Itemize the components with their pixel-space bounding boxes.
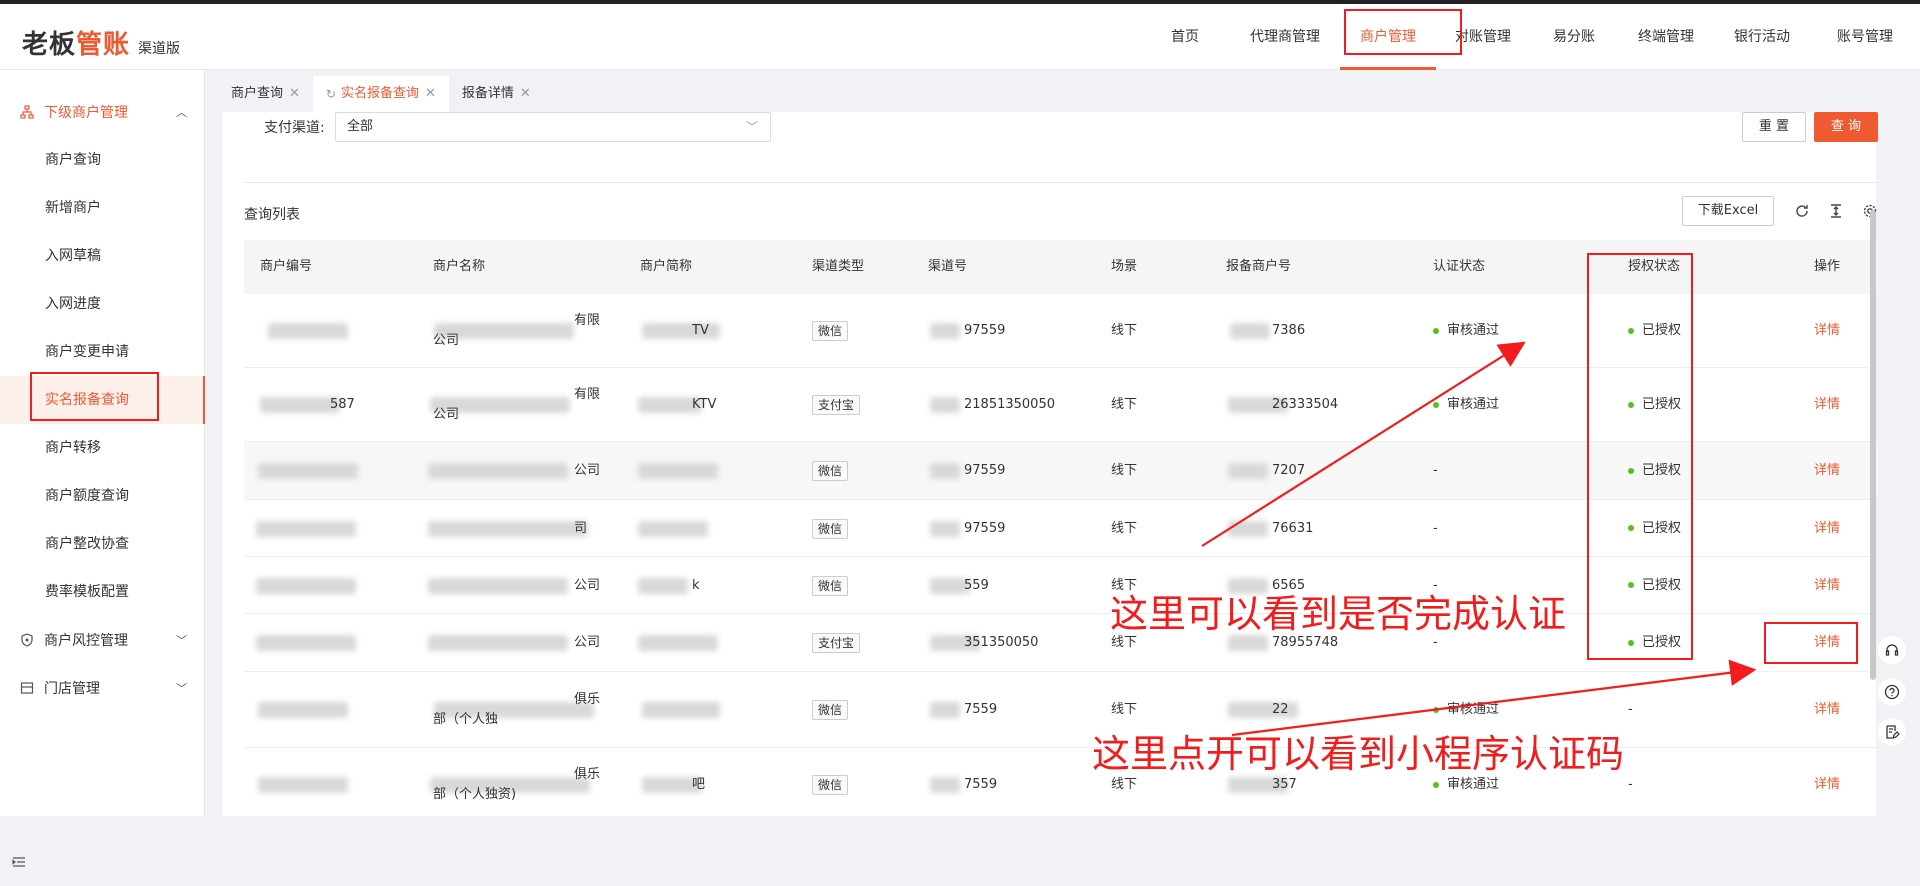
- collapse-sidebar-button[interactable]: [0, 836, 205, 886]
- menu-fold-icon: [12, 857, 25, 867]
- annotation-text-auth: 这里可以看到是否完成认证: [1110, 592, 1567, 636]
- arrow-to-auth-status: [1201, 341, 1526, 547]
- annotation-arrows: [1201, 341, 1757, 737]
- annotation-text-detail: 这里点开可以看到小程序认证码: [1092, 732, 1625, 776]
- arrow-to-detail: [1231, 659, 1757, 737]
